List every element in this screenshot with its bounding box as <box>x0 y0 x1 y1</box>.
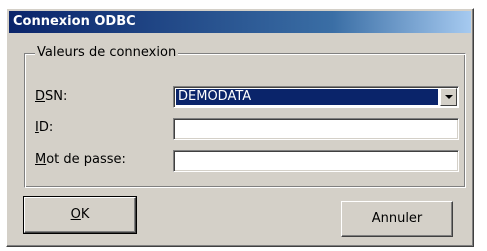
cancel-button[interactable]: Annuler <box>341 201 453 237</box>
connection-values-group: Valeurs de connexion DSN: DEMODATA ID: M… <box>24 45 466 188</box>
dsn-label: DSN: <box>35 89 68 104</box>
dsn-select[interactable]: DEMODATA <box>173 86 459 108</box>
chevron-down-icon[interactable] <box>440 88 457 106</box>
dsn-selected-value: DEMODATA <box>176 89 438 105</box>
password-input[interactable] <box>173 150 459 172</box>
id-label: ID: <box>35 120 54 135</box>
password-label: Mot de passe: <box>35 152 126 167</box>
title-bar: Connexion ODBC <box>9 11 471 33</box>
ok-button[interactable]: OK <box>23 196 137 234</box>
group-legend: Valeurs de connexion <box>35 45 179 60</box>
id-input[interactable] <box>173 118 459 140</box>
odbc-connection-dialog: Connexion ODBC Valeurs de connexion DSN:… <box>6 8 474 247</box>
dialog-title: Connexion ODBC <box>13 14 136 29</box>
